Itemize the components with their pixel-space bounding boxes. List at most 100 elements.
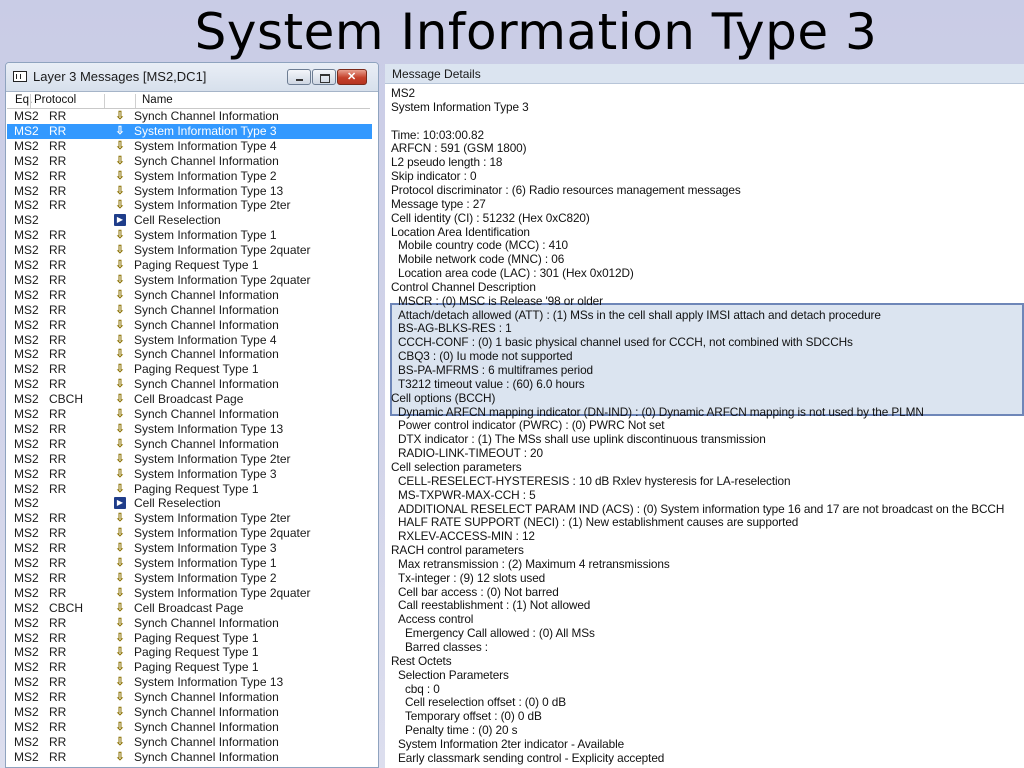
row-name: System Information Type 2ter xyxy=(134,511,291,526)
list-row[interactable]: MS2 RR ⇩ System Information Type 2ter xyxy=(7,511,372,526)
list-row[interactable]: MS2 RR ⇩ Synch Channel Information xyxy=(7,750,372,765)
list-row[interactable]: MS2 RR ⇩ Synch Channel Information xyxy=(7,616,372,631)
list-row[interactable]: MS2 RR ⇩ Synch Channel Information xyxy=(7,347,372,362)
list-row[interactable]: MS2 RR ⇩ Synch Channel Information xyxy=(7,288,372,303)
row-protocol: RR xyxy=(49,556,67,570)
row-name: System Information Type 2 xyxy=(134,168,277,183)
window-titlebar[interactable]: Layer 3 Messages [MS2,DC1] xyxy=(6,63,378,92)
list-row[interactable]: MS2 ▶ Cell Reselection xyxy=(7,213,372,228)
detail-line: MS2 xyxy=(391,86,415,100)
list-row[interactable]: MS2 RR ⇩ System Information Type 13 xyxy=(7,675,372,690)
down-arrow-icon: ⇩ xyxy=(115,288,125,301)
row-eq: MS2 xyxy=(14,690,39,705)
row-name: Paging Request Type 1 xyxy=(134,660,259,675)
row-name: Synch Channel Information xyxy=(134,377,279,392)
list-row[interactable]: MS2 RR ⇩ Synch Channel Information xyxy=(7,407,372,422)
detail-line: Early classmark sending control - Explic… xyxy=(398,750,665,765)
list-row[interactable]: MS2 RR ⇩ System Information Type 4 xyxy=(7,333,372,348)
list-row[interactable]: MS2 RR ⇩ Paging Request Type 1 xyxy=(7,645,372,660)
column-header-protocol[interactable]: Protocol xyxy=(34,94,76,106)
list-row[interactable]: MS2 RR ⇩ System Information Type 13 xyxy=(7,422,372,437)
list-row[interactable]: MS2 RR ⇩ Paging Request Type 1 xyxy=(7,660,372,675)
list-row[interactable]: MS2 RR ⇩ System Information Type 2 xyxy=(7,169,372,184)
detail-line: Cell selection parameters xyxy=(391,459,522,474)
list-row[interactable]: MS2 RR ⇩ System Information Type 4 xyxy=(7,139,372,154)
row-protocol: RR xyxy=(49,660,67,675)
list-row[interactable]: MS2 RR ⇩ Synch Channel Information xyxy=(7,154,372,169)
list-row[interactable]: MS2 RR ⇩ System Information Type 13 xyxy=(7,184,372,199)
window-title: Layer 3 Messages [MS2,DC1] xyxy=(33,69,207,84)
down-arrow-icon: ⇩ xyxy=(115,467,125,480)
row-protocol: RR xyxy=(49,541,67,556)
detail-line: Skip indicator : 0 xyxy=(391,169,477,184)
list-row[interactable]: MS2 ▶ Cell Reselection xyxy=(7,496,372,511)
row-eq: MS2 xyxy=(14,362,39,377)
row-name: Synch Channel Information xyxy=(134,153,279,168)
row-name: Synch Channel Information xyxy=(134,302,279,317)
detail-line: T3212 timeout value : (60) 6.0 hours xyxy=(398,376,585,391)
list-row[interactable]: MS2 RR ⇩ Paging Request Type 1 xyxy=(7,362,372,377)
list-row[interactable]: MS2 RR ⇩ System Information Type 3 xyxy=(7,467,372,482)
detail-line: Selection Parameters xyxy=(398,667,509,682)
down-arrow-icon: ⇩ xyxy=(115,691,125,704)
list-row[interactable]: MS2 RR ⇩ Paging Request Type 1 xyxy=(7,631,372,646)
row-protocol: RR xyxy=(49,585,67,600)
row-name: System Information Type 13 xyxy=(134,675,284,690)
list-row[interactable]: MS2 RR ⇩ System Information Type 3 xyxy=(7,123,372,139)
down-arrow-icon: ⇩ xyxy=(115,735,125,748)
list-row[interactable]: MS2 RR ⇩ Paging Request Type 1 xyxy=(7,258,372,273)
row-protocol: RR xyxy=(49,481,67,496)
list-row[interactable]: MS2 RR ⇩ Synch Channel Information xyxy=(7,303,372,318)
list-row[interactable]: MS2 RR ⇩ Synch Channel Information xyxy=(7,705,372,720)
row-protocol: RR xyxy=(49,719,67,734)
column-header-name[interactable]: Name xyxy=(142,94,173,106)
list-row[interactable]: MS2 RR ⇩ Synch Channel Information xyxy=(7,735,372,750)
detail-line: CCCH-CONF : (0) 1 basic physical channel… xyxy=(398,335,853,350)
list-row[interactable]: MS2 RR ⇩ System Information Type 2quater xyxy=(7,243,372,258)
close-button[interactable] xyxy=(337,69,367,85)
list-row[interactable]: MS2 RR ⇩ Synch Channel Information xyxy=(7,318,372,333)
minimize-button[interactable] xyxy=(287,69,311,85)
row-eq: MS2 xyxy=(14,719,39,734)
list-row[interactable]: MS2 RR ⇩ System Information Type 1 xyxy=(7,228,372,243)
list-row[interactable]: MS2 RR ⇩ Synch Channel Information xyxy=(7,690,372,705)
list-row[interactable]: MS2 CBCH ⇩ Cell Broadcast Page xyxy=(7,392,372,407)
down-arrow-icon: ⇩ xyxy=(115,616,125,629)
row-eq: MS2 xyxy=(14,645,39,660)
list-row[interactable]: MS2 RR ⇩ System Information Type 2quater xyxy=(7,273,372,288)
list-row[interactable]: MS2 RR ⇩ Paging Request Type 1 xyxy=(7,482,372,497)
list-row[interactable]: MS2 RR ⇩ System Information Type 3 xyxy=(7,541,372,556)
list-row[interactable]: MS2 RR ⇩ Synch Channel Information xyxy=(7,720,372,735)
row-eq: MS2 xyxy=(14,332,39,347)
maximize-button[interactable] xyxy=(312,69,336,85)
detail-line: System Information 2ter indicator - Avai… xyxy=(398,736,625,751)
row-protocol: RR xyxy=(49,705,67,719)
detail-line: Access control xyxy=(398,612,474,627)
list-row[interactable]: MS2 RR ⇩ System Information Type 2quater xyxy=(7,526,372,541)
details-body: MS2 System Information Type 3 Time: 10:03:… xyxy=(385,86,1024,768)
detail-line: Penalty time : (0) 20 s xyxy=(405,723,518,738)
row-name: Cell Reselection xyxy=(134,213,221,228)
row-eq: MS2 xyxy=(14,347,39,362)
list-row[interactable]: MS2 CBCH ⇩ Cell Broadcast Page xyxy=(7,601,372,616)
list-row[interactable]: MS2 RR ⇩ System Information Type 2ter xyxy=(7,452,372,467)
row-name: System Information Type 1 xyxy=(134,228,277,243)
list-row[interactable]: MS2 RR ⇩ Synch Channel Information xyxy=(7,437,372,452)
detail-line: Cell bar access : (0) Not barred xyxy=(398,584,559,599)
list-row[interactable]: MS2 RR ⇩ Synch Channel Information xyxy=(7,109,372,124)
row-name: System Information Type 4 xyxy=(134,332,277,347)
row-eq: MS2 xyxy=(14,407,39,421)
down-arrow-icon: ⇩ xyxy=(115,408,125,420)
list-row[interactable]: MS2 RR ⇩ System Information Type 2ter xyxy=(7,198,372,213)
list-row[interactable]: MS2 RR ⇩ System Information Type 1 xyxy=(7,556,372,571)
detail-line: L2 pseudo length : 18 xyxy=(391,155,503,170)
list-row[interactable]: MS2 RR ⇩ System Information Type 2 xyxy=(7,571,372,586)
row-eq: MS2 xyxy=(14,168,39,183)
down-arrow-icon: ⇩ xyxy=(115,184,125,197)
list-row[interactable]: MS2 RR ⇩ Synch Channel Information xyxy=(7,377,372,392)
list-row[interactable]: MS2 RR ⇩ System Information Type 2quater xyxy=(7,586,372,601)
row-eq: MS2 xyxy=(14,511,39,526)
row-name: Cell Broadcast Page xyxy=(134,392,244,407)
row-protocol: RR xyxy=(49,258,67,272)
row-name: Synch Channel Information xyxy=(134,734,279,749)
